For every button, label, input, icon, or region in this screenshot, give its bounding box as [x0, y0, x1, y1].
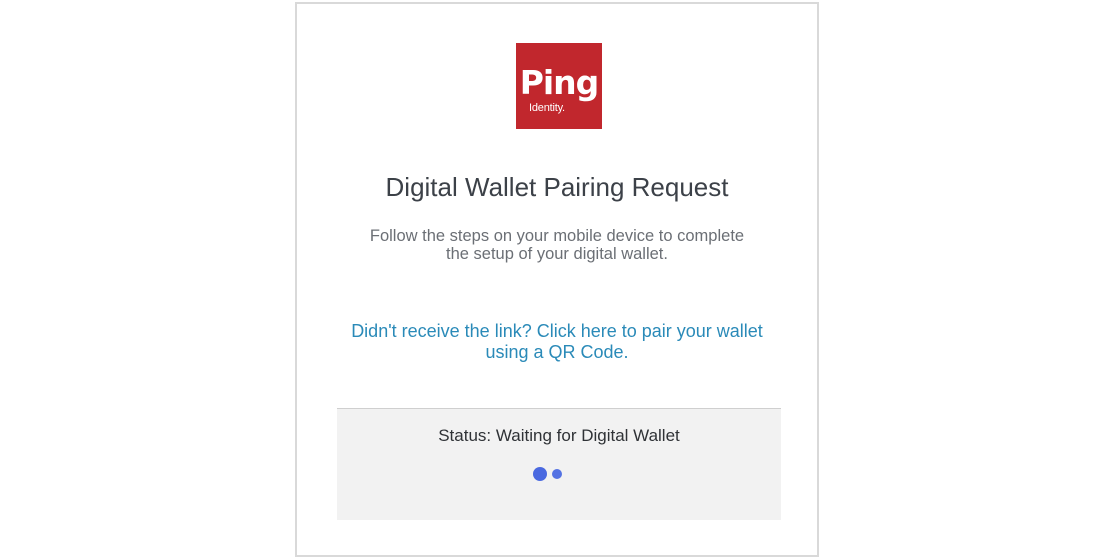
logo-main-text: Ping — [519, 63, 600, 102]
loading-dot — [552, 469, 562, 479]
loading-dot — [533, 467, 547, 481]
instructions-text: Follow the steps on your mobile device t… — [369, 227, 745, 263]
logo-sub-text: Identity. — [529, 102, 565, 114]
ping-identity-logo: Ping Identity. — [516, 43, 602, 129]
status-panel: Status: Waiting for Digital Wallet — [337, 408, 781, 520]
qr-code-pairing-link[interactable]: Didn't receive the link? Click here to p… — [337, 321, 777, 363]
page-title: Digital Wallet Pairing Request — [385, 172, 729, 202]
status-text: Status: Waiting for Digital Wallet — [438, 426, 680, 445]
pairing-card: Ping Identity. Digital Wallet Pairing Re… — [295, 2, 819, 557]
